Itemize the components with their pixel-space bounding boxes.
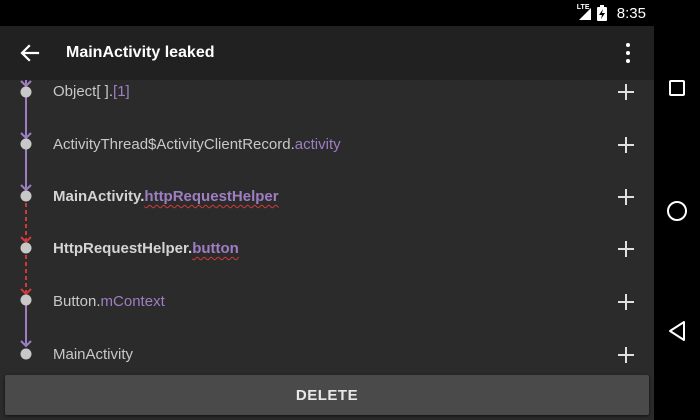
plus-icon[interactable] [616, 292, 636, 312]
page-title: MainActivity leaked [66, 44, 215, 61]
app-screen: LTE 8:35 MainActivity leaked Object[].[… [0, 0, 700, 420]
status-icons: LTE 8:35 [577, 0, 646, 26]
trace-row-label: HttpRequestHelper.button [53, 223, 239, 275]
status-bar: LTE 8:35 [0, 0, 654, 26]
battery-charging-icon [596, 5, 607, 21]
trace-class-name: MainActivity. [53, 188, 145, 205]
plus-icon[interactable] [616, 187, 636, 207]
plus-icon[interactable] [616, 82, 636, 102]
back-button[interactable] [0, 26, 60, 80]
app-bar: MainActivity leaked [0, 26, 654, 80]
status-time: 8:35 [616, 4, 646, 22]
circle-icon[interactable] [667, 201, 687, 221]
trace-class-name: Button. [53, 293, 101, 310]
triangle-back-icon[interactable] [667, 320, 687, 342]
footer-bar: DELETE [0, 372, 654, 420]
trace-field-name: mContext [100, 293, 165, 310]
delete-button[interactable]: DELETE [5, 375, 649, 415]
trace-row-label: ActivityThread$ActivityClientRecord.acti… [53, 119, 341, 171]
leak-trace-list[interactable]: Object[ ].[1] ActivityThread$ActivityCli… [0, 80, 654, 372]
trace-row[interactable]: ActivityThread$ActivityClientRecord.acti… [0, 119, 654, 171]
lte-signal-icon: LTE [577, 4, 591, 20]
trace-field-name: button [192, 240, 239, 257]
trace-field-name: [1] [113, 83, 130, 100]
square-icon[interactable] [669, 80, 685, 96]
trace-field-name: httpRequestHelper [144, 188, 279, 205]
arrow-back-icon [20, 44, 40, 62]
more-vert-icon[interactable] [616, 41, 640, 65]
trace-row[interactable]: MainActivity [0, 329, 654, 372]
system-nav-bar [654, 0, 700, 420]
trace-row-label: Object[ ].[1] [53, 80, 130, 118]
trace-class-name: Object[ ]. [53, 83, 114, 100]
plus-icon[interactable] [616, 135, 636, 155]
trace-class-name: ActivityThread$ActivityClientRecord. [53, 136, 295, 153]
trace-class-name: MainActivity [53, 346, 134, 363]
plus-icon[interactable] [616, 345, 636, 365]
trace-row-label: MainActivity.httpRequestHelper [53, 171, 279, 223]
plus-icon[interactable] [616, 239, 636, 259]
trace-row[interactable]: MainActivity.httpRequestHelper [0, 171, 654, 223]
trace-row-label: Button.mContext [53, 276, 165, 328]
trace-row[interactable]: Object[ ].[1] [0, 80, 654, 118]
trace-row[interactable]: HttpRequestHelper.button [0, 223, 654, 275]
trace-row-label: MainActivity [53, 329, 133, 372]
trace-class-name: HttpRequestHelper. [53, 240, 193, 257]
trace-field-name: activity [294, 136, 341, 153]
trace-row[interactable]: Button.mContext [0, 276, 654, 328]
